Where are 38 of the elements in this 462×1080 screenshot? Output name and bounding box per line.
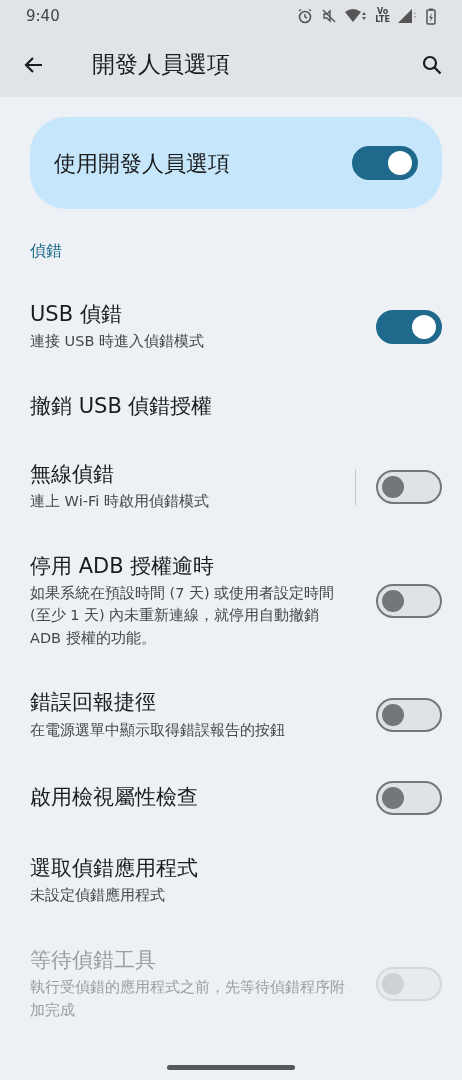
alarm-icon xyxy=(297,8,314,24)
battery-icon xyxy=(426,7,436,25)
setting-row[interactable]: 無線偵錯 連上 Wi-Fi 時啟用偵錯模式 xyxy=(0,440,462,533)
setting-description: 連接 USB 時進入偵錯模式 xyxy=(30,332,205,352)
page-title: 開發人員選項 xyxy=(92,50,231,80)
main-toggle-label: 使用開發人員選項 xyxy=(54,149,230,178)
setting-description: 未設定偵錯應用程式 xyxy=(30,886,166,906)
setting-description: 如果系統在預設時間 (7 天) 或使用者設定時間 (至少 1 天) 內未重新連線，就停用自動撤銷 ADB 授權的功能。 xyxy=(30,583,336,648)
setting-row[interactable]: USB 偵錯 連接 USB 時進入偵錯模式 xyxy=(0,281,462,373)
clock-time: 9:40 xyxy=(26,5,60,27)
setting-title: 等待偵錯工具 xyxy=(30,946,157,974)
toggle-switch[interactable] xyxy=(376,309,442,344)
setting-description: 連上 Wi-Fi 時啟用偵錯模式 xyxy=(30,492,210,512)
setting-row[interactable]: 啟用檢視屬性檢查 xyxy=(0,761,462,835)
toggle-switch[interactable] xyxy=(376,781,442,815)
setting-row[interactable]: 撤銷 USB 偵錯授權 xyxy=(0,372,462,441)
setting-description: 在電源選單中顯示取得錯誤報告的按鈕 xyxy=(30,720,286,740)
mute-icon xyxy=(321,8,338,24)
setting-title: 選取偵錯應用程式 xyxy=(30,855,199,882)
signal-icon xyxy=(398,9,418,23)
toggle-switch[interactable] xyxy=(376,698,442,733)
setting-title: 無線偵錯 xyxy=(30,460,115,488)
setting-title: USB 偵錯 xyxy=(30,301,123,328)
setting-title: 停用 ADB 授權逾時 xyxy=(30,552,216,580)
main-toggle-card[interactable]: 使用開發人員選項 xyxy=(30,117,442,209)
setting-title: 錯誤回報捷徑 xyxy=(30,689,157,717)
setting-title: 啟用檢視屬性檢查 xyxy=(30,784,199,812)
toggle-switch[interactable] xyxy=(376,583,442,618)
toggle-switch[interactable] xyxy=(376,469,442,504)
setting-description: 執行受偵錯的應用程式之前，先等待偵錯程序附加完成 xyxy=(30,978,346,1020)
setting-row[interactable]: 錯誤回報捷徑 在電源選單中顯示取得錯誤報告的按鈕 xyxy=(0,669,462,761)
setting-row[interactable]: 選取偵錯應用程式 未設定偵錯應用程式 xyxy=(0,835,462,927)
section-header: 偵錯 xyxy=(29,240,63,262)
wifi-icon xyxy=(345,9,368,23)
toggle-switch[interactable] xyxy=(352,146,418,180)
volte-icon: Vo LTE xyxy=(375,8,390,24)
setting-title: 撤銷 USB 偵錯授權 xyxy=(30,393,214,421)
setting-row[interactable]: 停用 ADB 授權逾時 如果系統在預設時間 (7 天) 或使用者設定時間 (至少 1 天) 內未重新連線，就停用自動撤銷 ADB 授權的功能。 xyxy=(0,532,462,670)
